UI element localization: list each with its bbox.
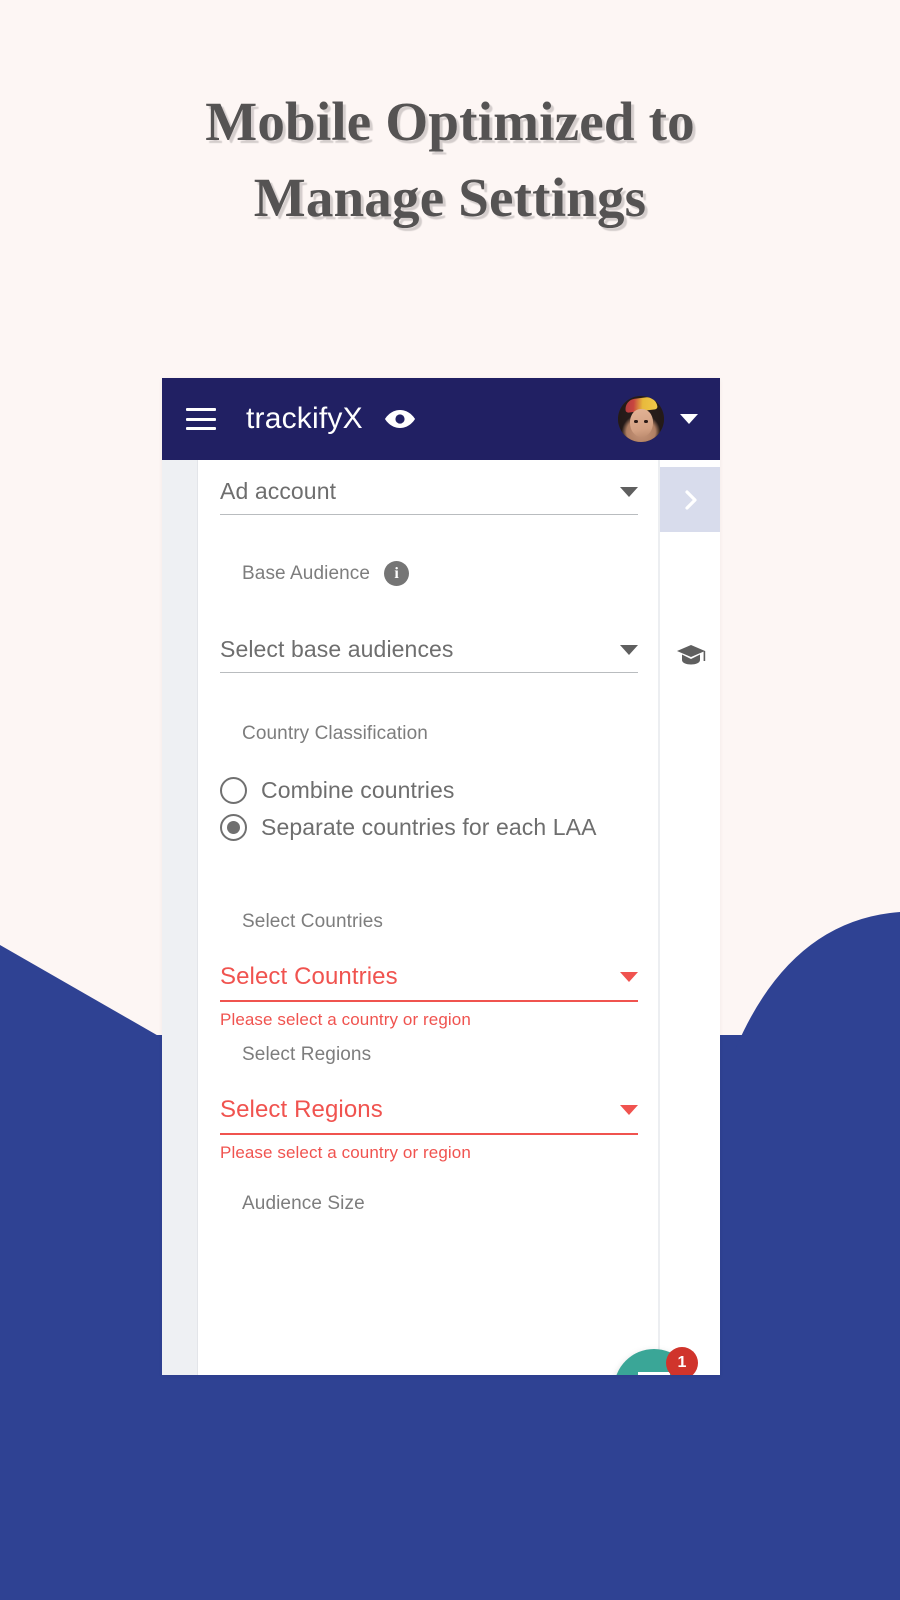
caret-down-icon — [620, 972, 638, 982]
chevron-right-icon[interactable] — [660, 467, 720, 532]
app-header: trackifyX — [162, 378, 720, 460]
caret-down-icon — [620, 644, 638, 655]
base-audience-label: Base Audience — [242, 562, 371, 584]
ad-account-value: Ad account — [220, 478, 337, 504]
account-caret-down-icon[interactable] — [680, 414, 698, 424]
app-title: trackifyX — [246, 402, 363, 435]
select-regions-error: Please select a country or region — [220, 1143, 471, 1162]
caret-down-icon — [620, 1105, 638, 1115]
select-countries-select[interactable]: Select Countries — [220, 957, 638, 1002]
radio-combine-countries[interactable]: Combine countries — [220, 775, 638, 806]
right-sidebar — [659, 460, 720, 1375]
info-icon[interactable]: i — [384, 561, 410, 586]
lookalike-audience-form: Ad account Base Audience i Select base a… — [197, 460, 659, 1375]
radio-separate-countries[interactable]: Separate countries for each LAA — [220, 812, 638, 843]
select-countries-error: Please select a country or region — [220, 1010, 471, 1029]
page-headline: Mobile Optimized to Manage Settings — [0, 84, 900, 236]
app-header-account — [618, 396, 698, 442]
avatar[interactable] — [618, 396, 664, 442]
chat-unread-badge: 1 — [666, 1347, 698, 1375]
headline-line-2: Manage Settings — [253, 167, 647, 228]
select-regions-label: Select Regions — [242, 1044, 372, 1065]
radio-combine-countries-label: Combine countries — [261, 777, 455, 803]
caret-down-icon — [620, 486, 638, 497]
base-audience-label-row: Base Audience i — [220, 561, 638, 586]
headline-line-1: Mobile Optimized to — [205, 91, 695, 152]
app-content: Ad account Base Audience i Select base a… — [162, 460, 720, 1375]
eye-icon[interactable] — [383, 408, 417, 430]
base-audience-select[interactable]: Select base audiences — [220, 630, 638, 673]
country-classification-label: Country Classification — [242, 723, 428, 744]
select-regions-select[interactable]: Select Regions — [220, 1090, 638, 1135]
radio-circle-icon — [220, 777, 247, 804]
hamburger-menu-icon[interactable] — [186, 408, 216, 430]
radio-separate-countries-label: Separate countries for each LAA — [261, 814, 597, 840]
ad-account-select[interactable]: Ad account — [220, 472, 638, 515]
audience-size-label: Audience Size — [242, 1193, 365, 1214]
radio-circle-checked-icon — [220, 814, 247, 841]
select-countries-label: Select Countries — [242, 911, 384, 932]
select-regions-value: Select Regions — [220, 1096, 383, 1123]
graduation-cap-icon[interactable] — [660, 632, 720, 678]
app-screenshot: trackifyX Ad account Base Audience i Sel… — [162, 378, 720, 1375]
base-audience-value: Select base audiences — [220, 636, 454, 662]
select-countries-value: Select Countries — [220, 963, 398, 990]
